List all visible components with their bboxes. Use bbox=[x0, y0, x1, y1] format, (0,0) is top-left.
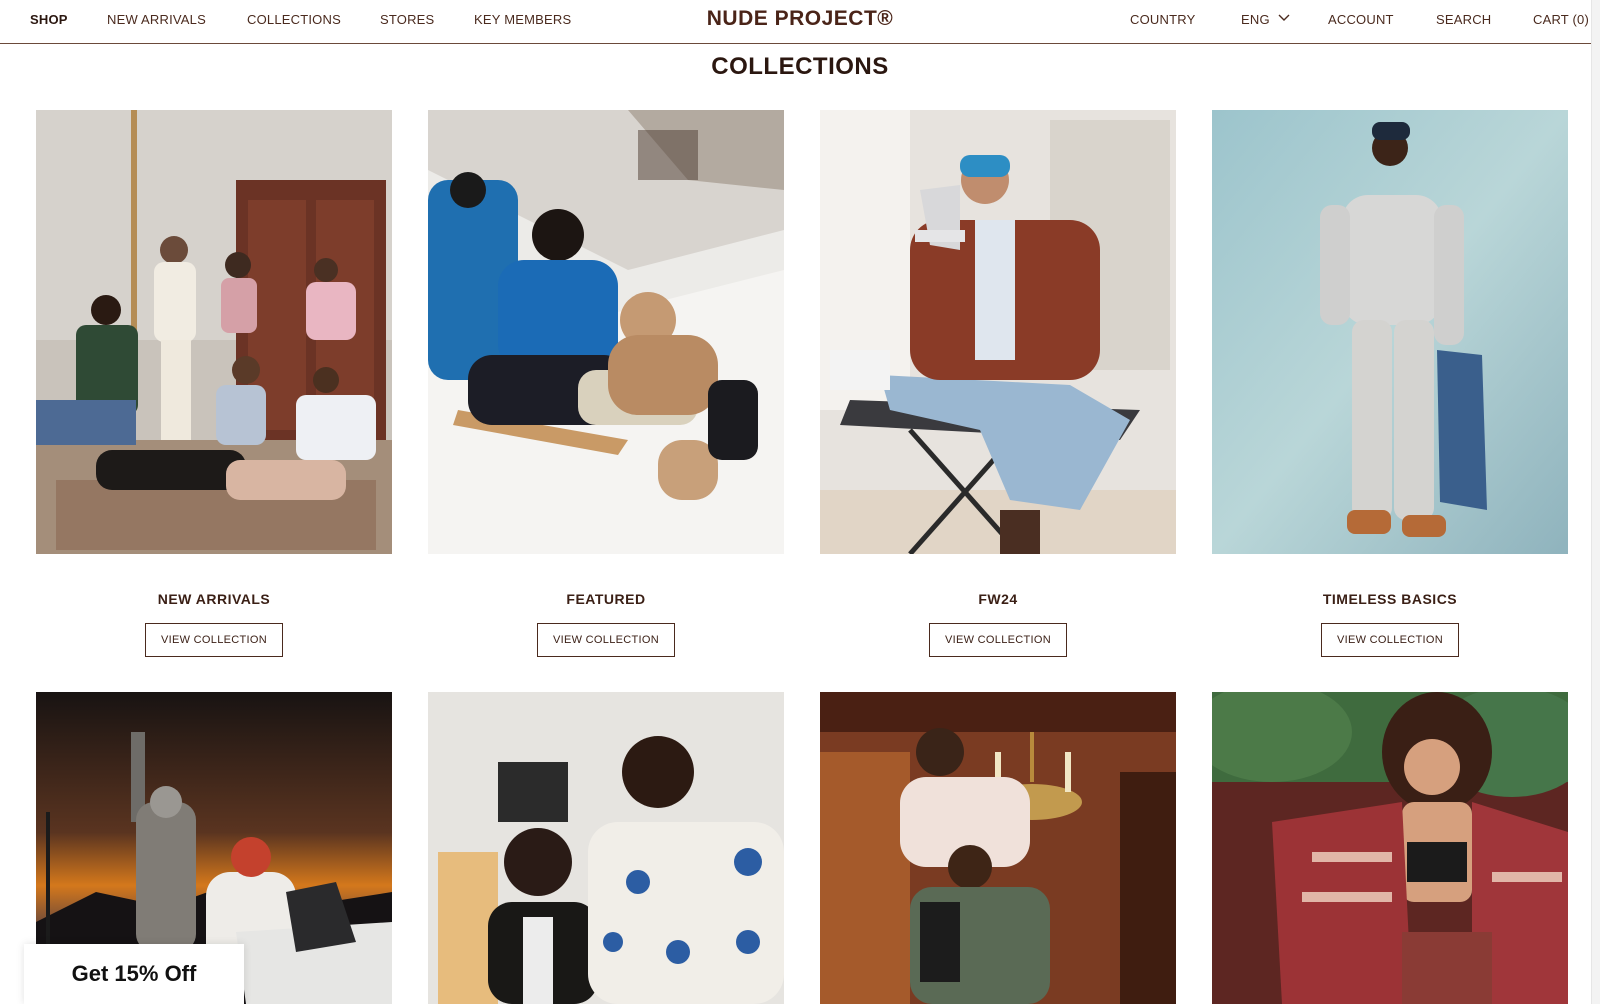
collection-title: TIMELESS BASICS bbox=[1322, 591, 1458, 607]
collection-image-new-arrivals[interactable] bbox=[36, 110, 392, 554]
collection-image-6[interactable] bbox=[428, 692, 784, 1004]
nav-key-members[interactable]: KEY MEMBERS bbox=[474, 12, 571, 27]
collection-image-fw24[interactable] bbox=[820, 110, 1176, 554]
site-header: SHOP NEW ARRIVALS COLLECTIONS STORES KEY… bbox=[0, 0, 1600, 44]
collection-title: FEATURED bbox=[566, 591, 646, 607]
nav-shop[interactable]: SHOP bbox=[30, 12, 68, 27]
nav-account[interactable]: ACCOUNT bbox=[1328, 12, 1394, 27]
nav-stores[interactable]: STORES bbox=[380, 12, 434, 27]
discount-promo-tab[interactable]: Get 15% Off bbox=[24, 944, 244, 1004]
collection-image-7[interactable] bbox=[820, 692, 1176, 1004]
nav-cart[interactable]: CART (0) bbox=[1533, 12, 1589, 27]
collection-title: FW24 bbox=[978, 591, 1018, 607]
collection-title: NEW ARRIVALS bbox=[157, 591, 271, 607]
nav-search[interactable]: SEARCH bbox=[1436, 12, 1491, 27]
collection-image-8[interactable] bbox=[1212, 692, 1568, 1004]
collection-image-timeless-basics[interactable] bbox=[1212, 110, 1568, 554]
view-collection-button[interactable]: VIEW COLLECTION bbox=[145, 623, 283, 657]
view-collection-button[interactable]: VIEW COLLECTION bbox=[929, 623, 1067, 657]
nav-new-arrivals[interactable]: NEW ARRIVALS bbox=[107, 12, 206, 27]
view-collection-button[interactable]: VIEW COLLECTION bbox=[537, 623, 675, 657]
nav-collections[interactable]: COLLECTIONS bbox=[247, 12, 341, 27]
language-selector[interactable]: ENG bbox=[1241, 12, 1290, 27]
promo-label: Get 15% Off bbox=[71, 961, 197, 986]
nav-country[interactable]: COUNTRY bbox=[1130, 12, 1195, 27]
chevron-down-icon bbox=[1278, 14, 1290, 21]
collection-image-featured[interactable] bbox=[428, 110, 784, 554]
view-collection-button[interactable]: VIEW COLLECTION bbox=[1321, 623, 1459, 657]
page-scrollbar[interactable] bbox=[1591, 0, 1600, 1004]
language-label: ENG bbox=[1241, 12, 1270, 27]
page-title: COLLECTIONS bbox=[711, 53, 889, 80]
brand-logo[interactable]: NUDE PROJECT® bbox=[707, 7, 894, 30]
